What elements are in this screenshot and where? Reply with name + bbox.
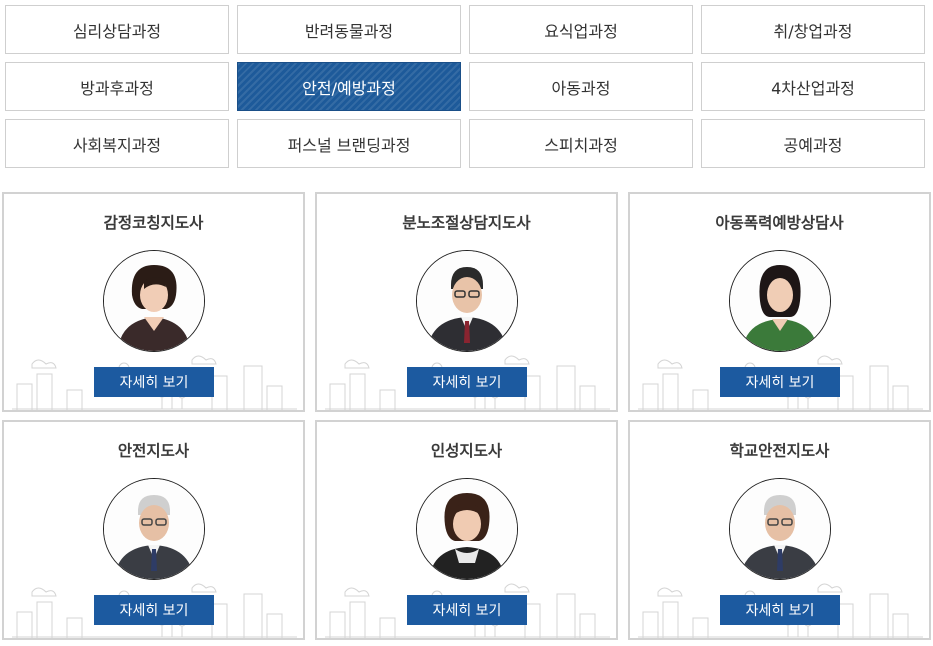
tab-crafts[interactable]: 공예과정 xyxy=(701,119,925,168)
course-card: 분노조절상담지도사 자세히 보기 xyxy=(315,192,618,412)
tab-employment-startup[interactable]: 취/창업과정 xyxy=(701,5,925,54)
course-card: 안전지도사 자세히 보기 xyxy=(2,420,305,640)
course-title: 학교안전지도사 xyxy=(729,442,830,460)
tab-after-school[interactable]: 방과후과정 xyxy=(5,62,229,111)
course-card: 아동폭력예방상담사 자세히 보기 xyxy=(628,192,931,412)
tab-speech[interactable]: 스피치과정 xyxy=(469,119,693,168)
view-details-button[interactable]: 자세히 보기 xyxy=(407,595,527,625)
course-card: 학교안전지도사 자세히 보기 xyxy=(628,420,931,640)
course-title: 감정코칭지도사 xyxy=(103,214,204,232)
view-details-button[interactable]: 자세히 보기 xyxy=(407,367,527,397)
tab-psych-counseling[interactable]: 심리상담과정 xyxy=(5,5,229,54)
course-card: 감정코칭지도사 자세히 보기 xyxy=(2,192,305,412)
tab-fourth-industry[interactable]: 4차산업과정 xyxy=(701,62,925,111)
woman-portrait-icon xyxy=(729,250,831,352)
woman-portrait-icon xyxy=(416,478,518,580)
elder-man-portrait-icon xyxy=(729,478,831,580)
tab-pet[interactable]: 반려동물과정 xyxy=(237,5,461,54)
course-title: 안전지도사 xyxy=(117,442,190,460)
tab-child[interactable]: 아동과정 xyxy=(469,62,693,111)
tab-personal-branding[interactable]: 퍼스널 브랜딩과정 xyxy=(237,119,461,168)
view-details-button[interactable]: 자세히 보기 xyxy=(720,367,840,397)
course-title: 분노조절상담지도사 xyxy=(402,214,531,232)
woman-portrait-icon xyxy=(103,250,205,352)
elder-man-portrait-icon xyxy=(103,478,205,580)
man-glasses-portrait-icon xyxy=(416,250,518,352)
course-card: 인성지도사 자세히 보기 xyxy=(315,420,618,640)
course-title: 인성지도사 xyxy=(430,442,503,460)
course-title: 아동폭력예방상담사 xyxy=(715,214,844,232)
tab-social-welfare[interactable]: 사회복지과정 xyxy=(5,119,229,168)
view-details-button[interactable]: 자세히 보기 xyxy=(94,367,214,397)
tab-safety-prevention[interactable]: 안전/예방과정 xyxy=(237,62,461,111)
view-details-button[interactable]: 자세히 보기 xyxy=(720,595,840,625)
tab-food-service[interactable]: 요식업과정 xyxy=(469,5,693,54)
view-details-button[interactable]: 자세히 보기 xyxy=(94,595,214,625)
